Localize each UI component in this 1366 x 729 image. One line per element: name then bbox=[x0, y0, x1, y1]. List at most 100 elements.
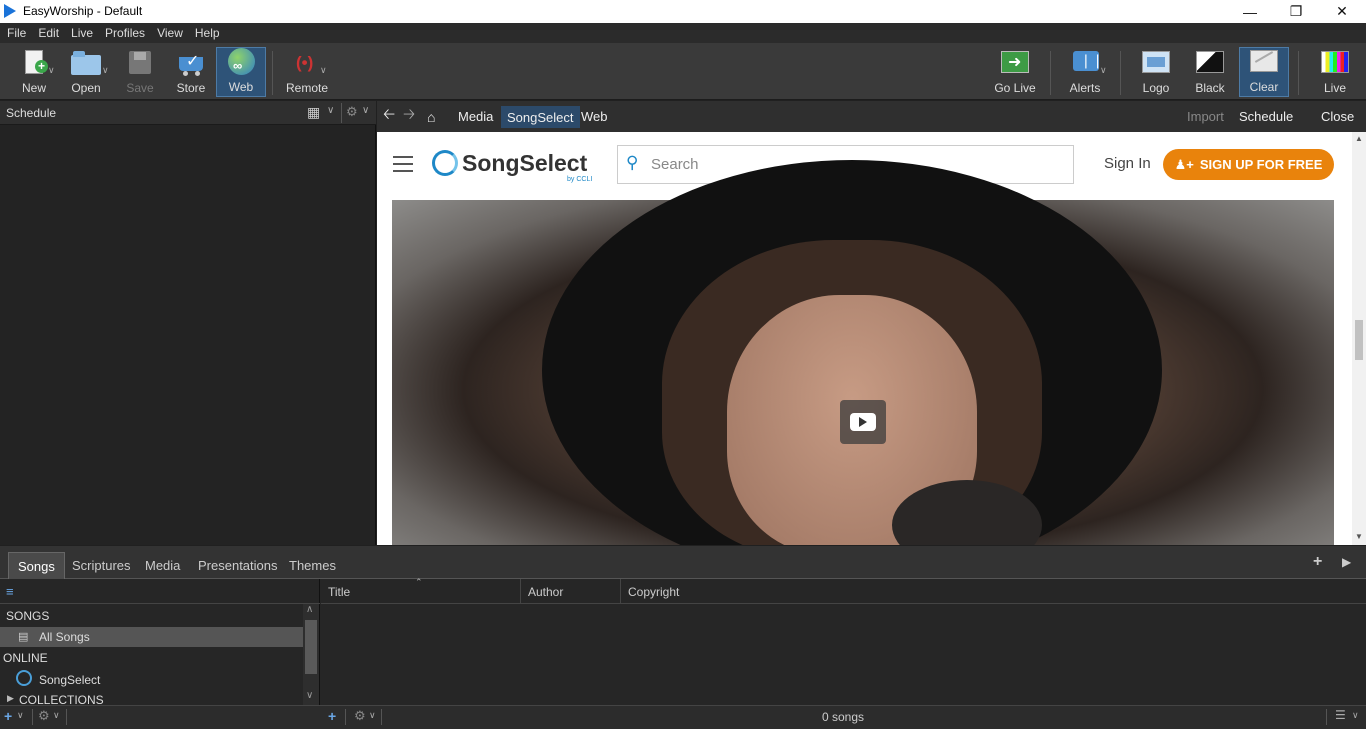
chevron-up-icon[interactable]: ∧ bbox=[306, 604, 313, 615]
chevron-down-icon[interactable]: ∨ bbox=[53, 710, 60, 721]
sidebar-item-songselect[interactable]: SongSelect bbox=[0, 669, 303, 689]
save-button[interactable]: Save bbox=[118, 47, 162, 97]
section-songs: SONGS bbox=[6, 609, 50, 623]
broadcast-icon: (•) bbox=[296, 53, 314, 72]
web-button[interactable]: ∞ Web bbox=[216, 47, 266, 97]
chevron-down-icon[interactable]: ∨ bbox=[1100, 65, 1107, 76]
minimize-button[interactable]: — bbox=[1227, 0, 1273, 23]
section-online: ONLINE bbox=[3, 651, 48, 665]
songselect-icon bbox=[16, 670, 32, 686]
header-divider bbox=[341, 103, 342, 123]
song-count: 0 songs bbox=[822, 710, 865, 724]
scroll-thumb[interactable] bbox=[1355, 320, 1363, 360]
gear-icon[interactable]: ⚙ bbox=[354, 708, 366, 724]
alerts-button[interactable]: ❘❘ Alerts ∨ bbox=[1058, 47, 1112, 97]
live-button[interactable]: Live bbox=[1310, 47, 1360, 97]
hamburger-menu-icon[interactable] bbox=[393, 156, 413, 172]
menu-bar: File Edit Live Profiles View Help bbox=[0, 23, 1366, 43]
restore-button[interactable]: ❐ bbox=[1273, 0, 1319, 23]
tab-media[interactable]: Media bbox=[452, 101, 499, 132]
schedule-button[interactable]: Schedule bbox=[1239, 101, 1293, 132]
list-view-icon[interactable]: ☰ bbox=[1335, 708, 1346, 722]
go-live-button[interactable]: ➜ Go Live bbox=[990, 47, 1040, 97]
clear-button[interactable]: Clear bbox=[1239, 47, 1289, 97]
chevron-down-icon[interactable]: ∨ bbox=[369, 710, 376, 721]
chevron-down-icon[interactable]: ∨ bbox=[1352, 710, 1359, 721]
folder-icon bbox=[71, 49, 101, 77]
chevron-down-icon[interactable]: ∨ bbox=[320, 65, 327, 76]
logo-screen-icon bbox=[1141, 49, 1171, 77]
tab-songselect[interactable]: SongSelect bbox=[501, 106, 580, 128]
back-arrow-icon[interactable]: 🡠 bbox=[383, 101, 395, 132]
play-button[interactable] bbox=[840, 400, 886, 444]
sign-up-button[interactable]: ♟+ SIGN UP FOR FREE bbox=[1163, 149, 1334, 180]
chevron-down-icon[interactable]: ∨ bbox=[327, 105, 334, 116]
tab-songs[interactable]: Songs bbox=[8, 552, 65, 579]
expand-arrow-icon[interactable]: ▶ bbox=[7, 693, 14, 704]
menu-edit[interactable]: Edit bbox=[33, 26, 64, 40]
search-icon: ⚲ bbox=[626, 153, 639, 172]
logo-button[interactable]: Logo bbox=[1132, 47, 1180, 97]
play-arrow-icon[interactable]: ▶ bbox=[1342, 555, 1351, 569]
toolbar-divider bbox=[1298, 51, 1299, 95]
chevron-down-icon[interactable]: ∨ bbox=[17, 710, 24, 721]
ccli-byline: by CCLI bbox=[567, 176, 593, 183]
main-toolbar: + New ∨ Open ∨ Save ✓ Store ∞ Web (•) Re… bbox=[0, 43, 1366, 100]
home-icon[interactable]: ⌂ bbox=[427, 101, 435, 132]
gear-icon[interactable]: ⚙ bbox=[38, 708, 50, 724]
tab-web[interactable]: Web bbox=[575, 101, 614, 132]
close-window-button[interactable]: ✕ bbox=[1319, 0, 1365, 23]
gear-icon[interactable]: ⚙ bbox=[346, 104, 358, 120]
new-button[interactable]: + New ∨ bbox=[10, 47, 58, 97]
toolbar-divider bbox=[1050, 51, 1051, 95]
store-button[interactable]: ✓ Store bbox=[168, 47, 214, 97]
sidebar-header: ≡ bbox=[0, 579, 320, 604]
sidebar-item-all-songs[interactable]: ▤ All Songs bbox=[0, 627, 303, 647]
sign-in-link[interactable]: Sign In bbox=[1104, 155, 1151, 172]
grid-view-icon[interactable]: ▦ bbox=[307, 104, 320, 121]
go-live-arrow-icon: ➜ bbox=[1000, 49, 1030, 77]
open-button[interactable]: Open ∨ bbox=[62, 47, 110, 97]
chevron-down-icon[interactable]: ∨ bbox=[306, 690, 313, 701]
tab-media[interactable]: Media bbox=[136, 552, 189, 579]
black-button[interactable]: Black bbox=[1186, 47, 1234, 97]
tab-themes[interactable]: Themes bbox=[280, 552, 345, 579]
search-placeholder: Search bbox=[651, 156, 699, 173]
column-author[interactable]: Author bbox=[521, 579, 621, 604]
add-icon[interactable]: + bbox=[1313, 553, 1322, 571]
web-scrollbar[interactable]: ▲ ▼ bbox=[1352, 132, 1366, 545]
scroll-up-icon[interactable]: ▲ bbox=[1355, 134, 1363, 143]
scroll-down-icon[interactable]: ▼ bbox=[1355, 532, 1363, 541]
songselect-logo-icon bbox=[432, 150, 458, 176]
songselect-logo-text[interactable]: SongSelect bbox=[462, 150, 587, 177]
tab-scriptures[interactable]: Scriptures bbox=[63, 552, 140, 579]
toolbar-divider bbox=[272, 51, 273, 95]
menu-live[interactable]: Live bbox=[66, 26, 98, 40]
toolbar-divider bbox=[1120, 51, 1121, 95]
import-button[interactable]: Import bbox=[1187, 101, 1224, 132]
sidebar-scrollbar[interactable]: ∧ ∨ bbox=[303, 604, 319, 705]
title-bar: EasyWorship - Default — ❐ ✕ bbox=[0, 0, 1366, 23]
column-copyright[interactable]: Copyright bbox=[621, 579, 781, 604]
tab-presentations[interactable]: Presentations bbox=[189, 552, 287, 579]
add-icon[interactable]: + bbox=[4, 708, 12, 724]
chevron-down-icon[interactable]: ∨ bbox=[48, 65, 55, 76]
chevron-down-icon[interactable]: ∨ bbox=[102, 65, 109, 76]
library-tabs: Songs Scriptures Media Presentations The… bbox=[0, 546, 1366, 579]
status-divider bbox=[66, 709, 67, 725]
menu-profiles[interactable]: Profiles bbox=[100, 26, 150, 40]
close-button[interactable]: Close bbox=[1321, 101, 1354, 132]
menu-help[interactable]: Help bbox=[190, 26, 225, 40]
chevron-down-icon[interactable]: ∨ bbox=[362, 105, 369, 116]
schedule-panel: Schedule ▦ ∨ ⚙ ∨ bbox=[0, 101, 376, 545]
menu-file[interactable]: File bbox=[2, 26, 31, 40]
list-menu-icon[interactable]: ≡ bbox=[6, 584, 14, 599]
menu-view[interactable]: View bbox=[152, 26, 188, 40]
forward-arrow-icon[interactable]: 🡢 bbox=[403, 101, 415, 132]
song-list-icon: ▤ bbox=[18, 631, 29, 643]
remote-button[interactable]: (•) Remote ∨ bbox=[280, 47, 334, 97]
scroll-thumb[interactable] bbox=[305, 620, 317, 674]
video-player[interactable] bbox=[392, 160, 1334, 545]
add-song-icon[interactable]: + bbox=[328, 708, 336, 724]
schedule-header: Schedule ▦ ∨ ⚙ ∨ bbox=[0, 101, 376, 125]
